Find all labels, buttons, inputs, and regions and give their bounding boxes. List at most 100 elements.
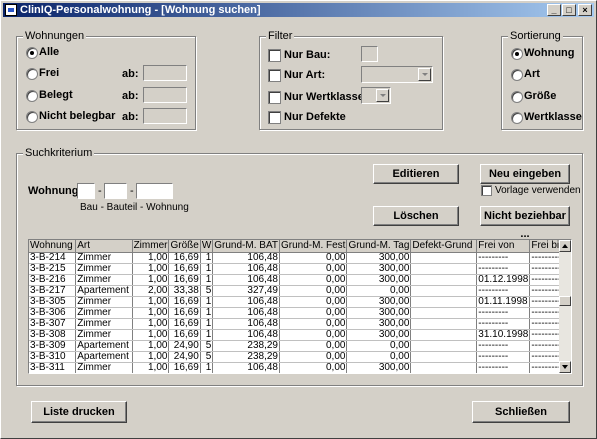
scroll-down-icon[interactable] — [559, 361, 571, 373]
table-cell: 0,00 — [346, 285, 412, 297]
table-cell: 16,69 — [168, 318, 201, 330]
nicht-beziehbar-button[interactable]: Nicht beziehbar ... — [480, 206, 570, 240]
table-cell: Apartement — [75, 285, 133, 297]
radio-nicht-belegbar[interactable] — [26, 111, 38, 123]
nur-bau-label: Nur Bau: — [284, 49, 331, 61]
table-row[interactable]: 3-B-308 Zimmer 1,00 16,69 1 106,48 0,00 300,00 3… — [29, 329, 571, 341]
nur-wertklasse-dropdown-icon[interactable] — [376, 89, 389, 102]
column-header[interactable]: Frei von — [476, 240, 531, 253]
column-header[interactable]: W — [200, 240, 214, 253]
bauteil-input[interactable] — [104, 183, 127, 199]
table-cell: Apartement — [75, 340, 133, 352]
radio-belegt[interactable] — [26, 90, 38, 102]
neu-eingeben-button[interactable]: Neu eingeben — [480, 164, 570, 184]
table-cell: 238,29 — [212, 340, 280, 352]
bau-input[interactable] — [77, 183, 95, 199]
wohnung-label: Wohnung: — [28, 185, 83, 197]
sort-radio-art[interactable] — [511, 69, 523, 81]
nur-art-checkbox[interactable] — [268, 69, 281, 82]
table-cell — [410, 329, 478, 341]
scroll-up-icon[interactable] — [559, 240, 571, 252]
table-cell: 0,00 — [346, 340, 412, 352]
table-row[interactable]: 3-B-215 Zimmer 1,00 16,69 1 106,48 0,00 300,00 -… — [29, 263, 571, 275]
radio-frei-label: Frei — [39, 67, 60, 79]
nur-wertklasse-select[interactable] — [361, 87, 391, 104]
table-cell: 0,00 — [279, 285, 348, 297]
nur-art-dropdown-icon[interactable] — [418, 68, 431, 81]
minimize-button[interactable]: _ — [547, 4, 561, 16]
table-cell — [410, 274, 478, 286]
table-cell: Zimmer — [75, 307, 133, 319]
table-cell: 1 — [200, 274, 214, 286]
table-cell: 01.12.1998 — [476, 274, 531, 286]
close-button[interactable]: × — [578, 4, 592, 16]
radio-alle[interactable] — [26, 47, 38, 59]
vorlage-checkbox[interactable] — [481, 185, 492, 196]
liste-drucken-button[interactable]: Liste drucken — [31, 401, 127, 423]
table-row[interactable]: 3-B-310 Apartement 1,00 24,90 5 238,29 0,00 0,0… — [29, 351, 571, 363]
table-row[interactable]: 3-B-217 Apartement 2,00 33,38 5 327,49 0,00 0,0… — [29, 285, 571, 297]
nur-bau-field[interactable] — [361, 46, 378, 62]
nur-bau-checkbox[interactable] — [268, 49, 281, 62]
nur-defekte-label: Nur Defekte — [284, 111, 346, 123]
table-row[interactable]: 3-B-309 Apartement 1,00 24,90 5 238,29 0,00 0,0… — [29, 340, 571, 352]
column-header[interactable]: Wohnung — [29, 240, 77, 253]
table-row[interactable]: 3-B-214 Zimmer 1,00 16,69 1 106,48 0,00 300,00 -… — [29, 252, 571, 264]
table-cell: Zimmer — [75, 274, 133, 286]
belegt-ab-date-field[interactable] — [143, 87, 187, 103]
table-row[interactable]: 3-B-216 Zimmer 1,00 16,69 1 106,48 0,00 300,00 0… — [29, 274, 571, 286]
sort-radio-groesse[interactable] — [511, 91, 523, 103]
column-header[interactable]: Grund-M. Tag — [346, 240, 412, 253]
table-cell: 300,00 — [346, 362, 412, 373]
maximize-button[interactable]: □ — [562, 4, 576, 16]
wohnung-input[interactable] — [136, 183, 173, 199]
nur-defekte-checkbox[interactable] — [268, 111, 281, 124]
column-header[interactable]: Zimmer — [132, 240, 170, 253]
table-cell: 3-B-310 — [29, 351, 77, 363]
column-header[interactable]: Grund-M. BAT — [212, 240, 280, 253]
wohnungen-table[interactable]: Wohnung Art Zimmer Größe W Grund-M. BAT Grund-… — [28, 239, 572, 374]
scrollbar-thumb[interactable] — [559, 296, 571, 306]
radio-nicht-belegbar-label: Nicht belegbar — [39, 110, 116, 122]
frei-ab-date-field[interactable] — [143, 65, 187, 81]
nur-art-select[interactable] — [361, 66, 433, 83]
editieren-button[interactable]: Editieren — [373, 164, 459, 184]
table-cell: 3-B-305 — [29, 296, 77, 308]
table-header-row: Wohnung Art Zimmer Größe W Grund-M. BAT Grund-… — [29, 240, 571, 253]
nicht-belegbar-ab-date-field[interactable] — [143, 108, 187, 124]
table-cell: 106,48 — [212, 329, 280, 341]
table-row[interactable]: 3-B-306 Zimmer 1,00 16,69 1 106,48 0,00 300,00 -… — [29, 307, 571, 319]
nur-wertklasse-checkbox[interactable] — [268, 91, 281, 104]
nur-art-label: Nur Art: — [284, 69, 326, 81]
table-cell: 3-B-307 — [29, 318, 77, 330]
table-cell: 1 — [200, 318, 214, 330]
table-cell: 16,69 — [168, 274, 201, 286]
table-cell: 0,00 — [279, 329, 348, 341]
radio-frei[interactable] — [26, 68, 38, 80]
table-cell: 16,69 — [168, 329, 201, 341]
table-cell: 16,69 — [168, 362, 201, 373]
sort-radio-wertklasse[interactable] — [511, 112, 523, 124]
table-cell: 1,00 — [132, 351, 170, 363]
table-cell: --------- — [476, 362, 531, 373]
wohnungen-legend: Wohnungen — [23, 30, 87, 42]
table-cell: 1 — [200, 263, 214, 275]
sort-radio-wohnung[interactable] — [511, 48, 523, 60]
column-header[interactable]: Art — [75, 240, 133, 253]
table-cell: 16,69 — [168, 252, 201, 264]
belegt-ab-label: ab: — [122, 90, 139, 102]
sort-wertklasse-label: Wertklasse — [524, 111, 582, 123]
table-vertical-scrollbar[interactable] — [559, 240, 571, 373]
table-row[interactable]: 3-B-305 Zimmer 1,00 16,69 1 106,48 0,00 300,00 0… — [29, 296, 571, 308]
column-header[interactable]: Größe — [168, 240, 201, 253]
loeschen-button[interactable]: Löschen — [373, 206, 459, 226]
column-header[interactable]: Defekt-Grund — [410, 240, 478, 253]
nicht-belegbar-ab-label: ab: — [122, 111, 139, 123]
table-row[interactable]: 3-B-311 Zimmer 1,00 16,69 1 106,48 0,00 300,00 -… — [29, 362, 571, 373]
table-cell: 3-B-309 — [29, 340, 77, 352]
table-cell: 0,00 — [279, 274, 348, 286]
schliessen-button[interactable]: Schließen — [472, 401, 570, 423]
table-cell — [410, 340, 478, 352]
column-header[interactable]: Grund-M. Fest — [279, 240, 348, 253]
table-row[interactable]: 3-B-307 Zimmer 1,00 16,69 1 106,48 0,00 300,00 -… — [29, 318, 571, 330]
